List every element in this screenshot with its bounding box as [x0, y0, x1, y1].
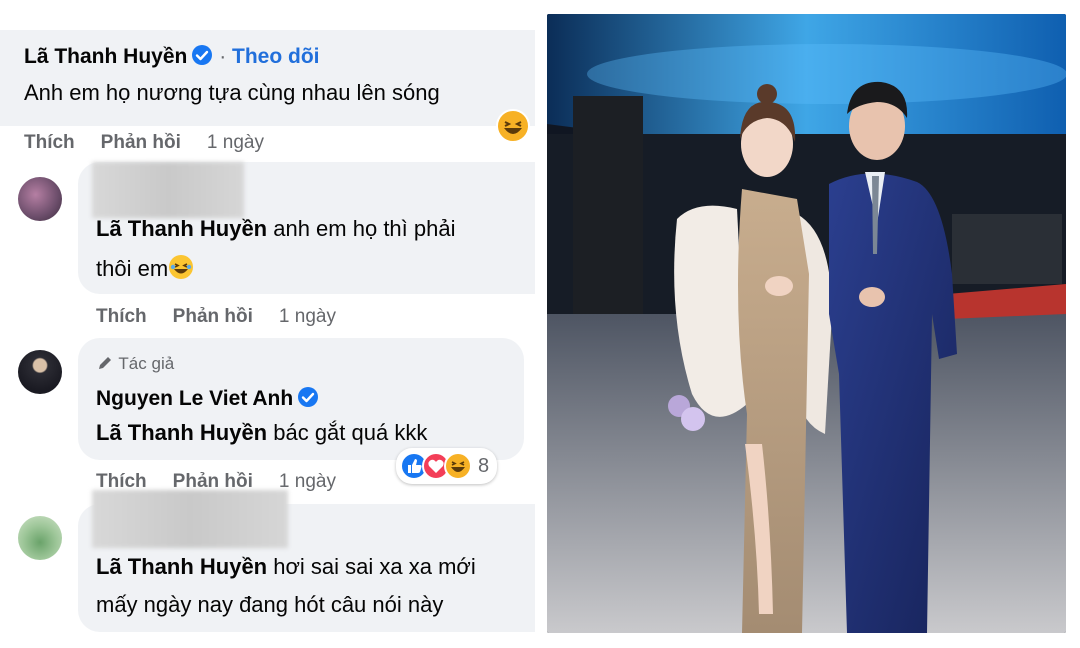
- reply-button[interactable]: Phản hồi: [101, 132, 181, 153]
- avatar[interactable]: [18, 516, 62, 560]
- comment-text-line-2: thôi em: [96, 254, 194, 286]
- haha-reaction-icon: [444, 452, 472, 480]
- reaction-summary[interactable]: 8: [396, 448, 498, 484]
- mention-tag[interactable]: Lã Thanh Huyền: [96, 554, 267, 579]
- reply-button[interactable]: Phản hồi: [173, 306, 253, 327]
- verified-badge-icon: [297, 386, 319, 413]
- reply-button[interactable]: Phản hồi: [173, 471, 253, 492]
- comment-text: bác gắt quá kkk: [267, 420, 428, 445]
- comment-bubble-1: Lã Thanh Huyền · Theo dõi Anh em họ nươn…: [0, 30, 535, 126]
- comment-author[interactable]: Lã Thanh Huyền: [24, 45, 187, 68]
- comment-text-line: Lã Thanh Huyền bác gắt quá kkk: [96, 420, 427, 446]
- comment-actions-2: Thích Phản hồi 1 ngày: [96, 306, 362, 328]
- comment-text: thôi em: [96, 256, 169, 281]
- comment-timestamp[interactable]: 1 ngày: [279, 306, 336, 327]
- reaction-count: 8: [478, 454, 490, 477]
- comment-bubble-4: Lã Thanh Huyền hơi sai sai xa xa mới mấy…: [78, 490, 535, 632]
- separator-dot: ·: [213, 45, 233, 68]
- like-button[interactable]: Thích: [96, 306, 147, 327]
- laugh-reaction-icon[interactable]: [495, 108, 531, 149]
- mention-tag[interactable]: Lã Thanh Huyền: [96, 420, 267, 445]
- comment-timestamp[interactable]: 1 ngày: [279, 471, 336, 492]
- author-avatar[interactable]: [18, 350, 62, 394]
- blurred-author-name: [92, 490, 288, 548]
- follow-link[interactable]: Theo dõi: [232, 45, 320, 68]
- comment-text-line-1: Lã Thanh Huyền anh em họ thì phải: [96, 216, 455, 242]
- verified-badge-icon: [191, 44, 213, 71]
- author-label: Tác giả: [118, 354, 175, 373]
- blurred-author-name: [92, 162, 244, 218]
- pen-icon: [96, 354, 114, 373]
- comment-actions-1: Thích Phản hồi 1 ngày: [24, 132, 290, 154]
- comment-text-line-2: mấy ngày nay đang hót câu nói này: [96, 592, 443, 618]
- event-photo: [547, 14, 1066, 633]
- mention-tag[interactable]: Lã Thanh Huyền: [96, 216, 267, 241]
- comment-timestamp[interactable]: 1 ngày: [207, 132, 264, 153]
- comment-thread: Lã Thanh Huyền · Theo dõi Anh em họ nươn…: [0, 0, 535, 648]
- laughing-emoji-icon: [168, 254, 194, 286]
- comment-header: Lã Thanh Huyền · Theo dõi: [24, 44, 320, 71]
- author-badge: Tác giả: [96, 354, 174, 374]
- comment-bubble-2: Lã Thanh Huyền anh em họ thì phải thôi e…: [78, 162, 535, 294]
- comment-text: hơi sai sai xa xa mới: [267, 554, 476, 579]
- comment-text: mấy ngày nay đang hót câu nói này: [96, 592, 444, 617]
- avatar[interactable]: [18, 177, 62, 221]
- couple-photo-illustration: [547, 14, 1066, 633]
- comment-bubble-3: Tác giả Nguyen Le Viet Anh Lã Thanh Huyề…: [78, 338, 524, 460]
- like-button[interactable]: Thích: [24, 132, 75, 153]
- comment-text: Anh em họ nương tựa cùng nhau lên sóng: [24, 80, 440, 105]
- comment-author[interactable]: Nguyen Le Viet Anh: [96, 387, 293, 410]
- comment-text-line-1: Lã Thanh Huyền hơi sai sai xa xa mới: [96, 554, 476, 580]
- comment-text: anh em họ thì phải: [267, 216, 456, 241]
- comment-header: Nguyen Le Viet Anh: [96, 386, 319, 413]
- like-button[interactable]: Thích: [96, 471, 147, 492]
